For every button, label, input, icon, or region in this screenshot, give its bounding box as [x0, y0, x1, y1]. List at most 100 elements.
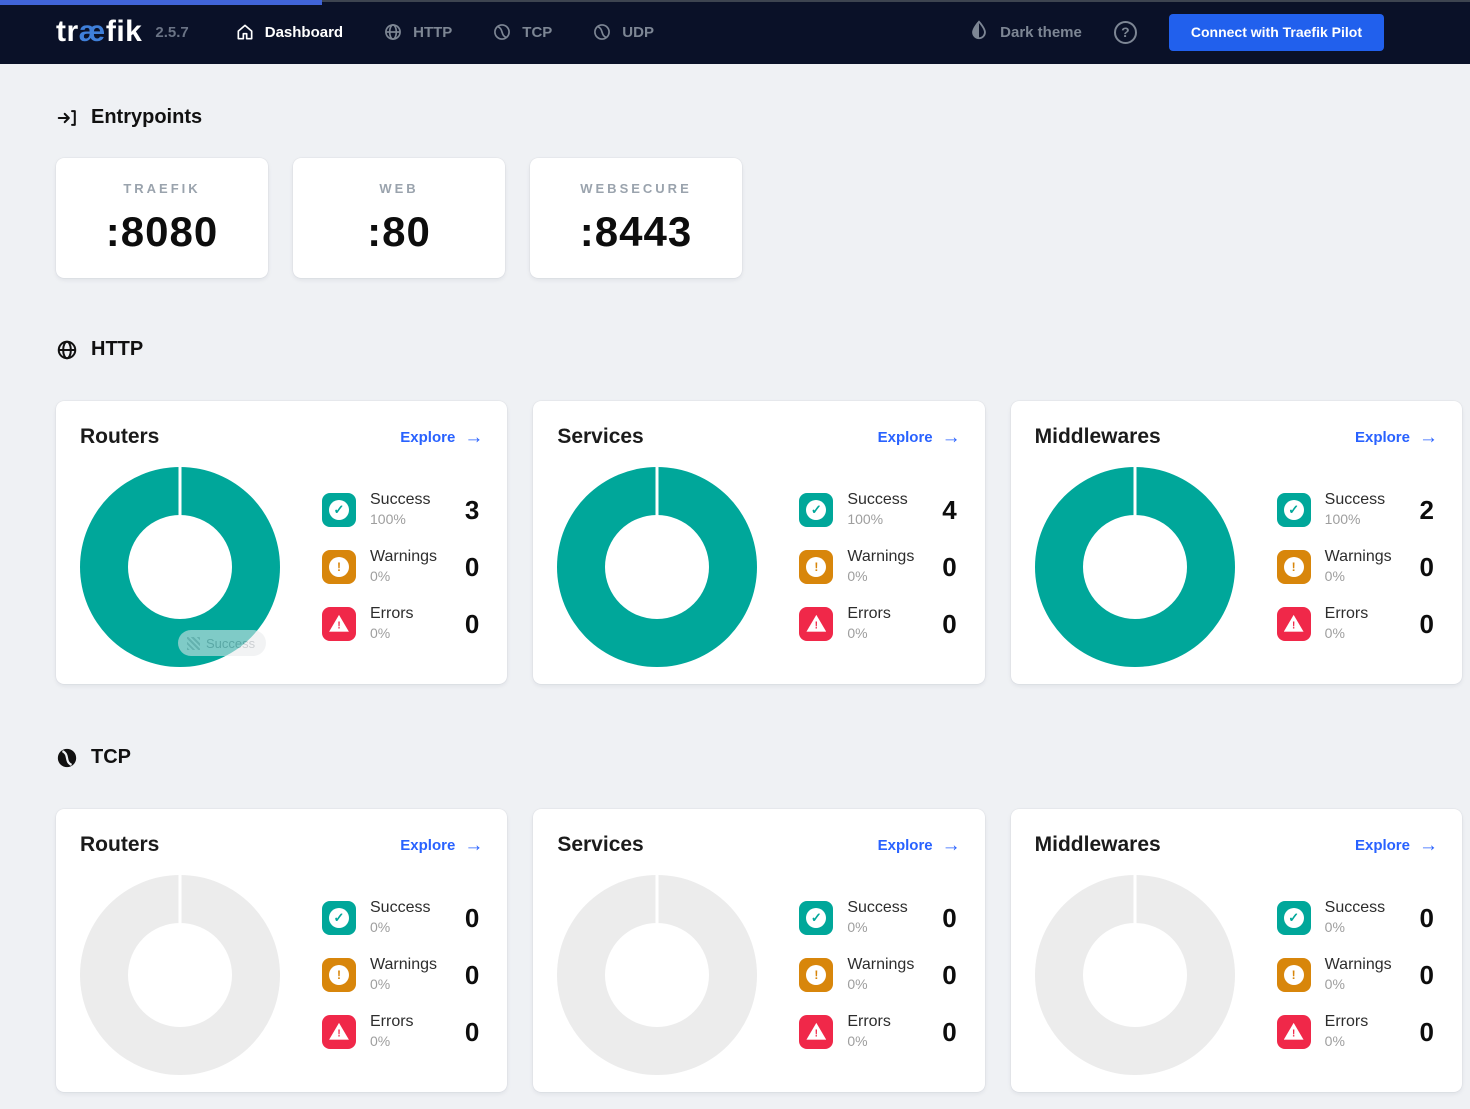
explore-link[interactable]: Explore →: [878, 428, 961, 447]
success-check-icon: ✓: [1276, 493, 1311, 527]
card-title: Services: [557, 425, 644, 448]
entrypoint-port: :8080: [105, 207, 219, 255]
section-title: Entrypoints: [91, 106, 203, 128]
entrypoint-name: WEBSECURE: [580, 180, 692, 196]
stat-label: Warnings: [1324, 548, 1392, 565]
error-triangle-icon: !: [1276, 607, 1311, 641]
nav-item-udp[interactable]: UDP: [592, 22, 654, 42]
explore-link[interactable]: Explore →: [1355, 836, 1438, 855]
explore-label: Explore: [877, 836, 933, 854]
stat-row-success: ✓ Success 0% 0: [799, 898, 960, 938]
entrypoints-section-heading: Entrypoints: [56, 64, 1462, 129]
stats-list: ✓ Success 0% 0 ! Warnings 0% 0 ! Errors 0% …: [322, 898, 483, 1052]
card-title: Services: [557, 833, 644, 856]
donut-chart: [80, 875, 280, 1075]
stat-value: 0: [942, 608, 957, 639]
stat-value: 0: [1419, 551, 1434, 582]
stat-row-success: ✓ Success 0% 0: [1276, 898, 1438, 938]
success-check-icon: ✓: [799, 901, 834, 935]
stat-percent: 0%: [370, 568, 391, 584]
nav-item-dashboard[interactable]: Dashboard: [235, 22, 343, 42]
stat-label: Success: [847, 491, 908, 508]
explore-link[interactable]: Explore →: [1355, 428, 1438, 447]
warning-exclamation-icon: !: [799, 550, 834, 584]
stats-list: ✓ Success 0% 0 ! Warnings 0% 0 ! Errors 0% …: [1276, 898, 1438, 1052]
contrast-icon: [968, 19, 990, 45]
stat-label: Success: [370, 491, 431, 508]
stat-percent: 0%: [847, 1033, 868, 1049]
http-cards: Routers Explore → ✓ Success 100% 3 ! War…: [56, 401, 1462, 684]
card-title: Routers: [80, 425, 160, 448]
success-check-icon: ✓: [1276, 901, 1311, 935]
explore-link[interactable]: Explore →: [400, 836, 483, 855]
nav-item-label: TCP: [522, 23, 553, 41]
connect-traefik-pilot-button[interactable]: Connect with Traefik Pilot: [1168, 13, 1384, 51]
entrypoint-cards: TRAEFIK :8080 WEB :80 WEBSECURE :8443: [56, 158, 1462, 278]
entrypoint-card-websecure: WEBSECURE :8443: [530, 158, 742, 278]
logo-text-accent: æ: [78, 15, 106, 48]
card-title: Routers: [80, 833, 160, 856]
stat-label: Success: [1324, 491, 1386, 508]
stat-row-errors: ! Errors 0% 0: [322, 1012, 483, 1052]
tcp-routers-card: Routers Explore → ✓ Success 0% 0 ! Warni…: [56, 809, 508, 1092]
stat-percent: 0%: [370, 625, 391, 641]
tcp-icon: [492, 22, 512, 42]
warning-exclamation-icon: !: [322, 958, 356, 992]
stats-list: ✓ Success 100% 2 ! Warnings 0% 0 ! Errors 0…: [1276, 490, 1438, 644]
globe-icon: [56, 339, 78, 361]
nav-item-label: HTTP: [413, 23, 453, 41]
dashboard-content: Entrypoints TRAEFIK :8080 WEB :80 WEBSEC…: [0, 64, 1470, 1109]
entrypoint-card-traefik: TRAEFIK :8080: [56, 158, 268, 278]
arrow-right-icon: →: [941, 834, 961, 856]
error-triangle-icon: !: [322, 1015, 356, 1049]
stat-row-success: ✓ Success 100% 4: [799, 490, 960, 530]
nav-item-http[interactable]: HTTP: [383, 22, 452, 42]
stat-percent: 0%: [370, 976, 391, 992]
donut-chart: [557, 467, 758, 667]
stat-row-warnings: ! Warnings 0% 0: [1276, 955, 1438, 995]
stat-percent: 0%: [847, 625, 868, 641]
stat-value: 0: [942, 551, 957, 582]
explore-link[interactable]: Explore →: [878, 836, 961, 855]
stat-percent: 0%: [847, 568, 868, 584]
stat-value: 0: [1419, 608, 1434, 639]
dark-theme-toggle[interactable]: Dark theme: [968, 19, 1082, 45]
stat-label: Errors: [1324, 605, 1369, 622]
entrypoint-port: :80: [367, 207, 431, 255]
stat-value: 0: [942, 902, 957, 933]
stats-list: ✓ Success 0% 0 ! Warnings 0% 0 ! Errors 0% …: [799, 898, 960, 1052]
stat-label: Errors: [370, 605, 414, 622]
nav-item-tcp[interactable]: TCP: [492, 22, 552, 42]
stat-label: Success: [1324, 899, 1386, 916]
donut-chart: [557, 875, 758, 1075]
arrow-right-icon: →: [941, 426, 961, 448]
stat-row-success: ✓ Success 100% 2: [1276, 490, 1438, 530]
stat-value: 0: [464, 551, 480, 582]
arrow-right-icon: →: [464, 426, 484, 448]
globe-icon: [383, 22, 403, 42]
stat-percent: 100%: [1324, 511, 1361, 527]
stat-label: Warnings: [847, 956, 915, 973]
http-routers-card: Routers Explore → ✓ Success 100% 3 ! War…: [56, 401, 508, 684]
dark-theme-label: Dark theme: [1000, 23, 1082, 41]
nav-item-label: UDP: [622, 23, 654, 41]
section-title: HTTP: [91, 338, 144, 360]
stats-list: ✓ Success 100% 3 ! Warnings 0% 0 ! Errors 0…: [322, 490, 483, 644]
arrow-right-icon: →: [1419, 426, 1438, 448]
error-triangle-icon: !: [799, 607, 834, 641]
stat-percent: 100%: [847, 511, 884, 527]
stat-row-success: ✓ Success 100% 3: [322, 490, 483, 530]
tcp-middlewares-card: Middlewares Explore → ✓ Success 0% 0 ! W…: [1010, 809, 1462, 1092]
stat-percent: 100%: [370, 511, 406, 527]
explore-link[interactable]: Explore →: [400, 428, 483, 447]
error-triangle-icon: !: [799, 1015, 834, 1049]
stat-percent: 0%: [370, 1033, 391, 1049]
stat-value: 0: [1419, 1016, 1434, 1047]
stat-value: 0: [942, 1016, 957, 1047]
stat-label: Warnings: [847, 548, 915, 565]
explore-label: Explore: [1354, 428, 1410, 446]
tooltip-swatch: [187, 636, 200, 650]
tcp-icon: [56, 747, 78, 769]
arrow-right-icon: →: [1419, 834, 1438, 856]
help-icon[interactable]: ?: [1113, 20, 1137, 44]
